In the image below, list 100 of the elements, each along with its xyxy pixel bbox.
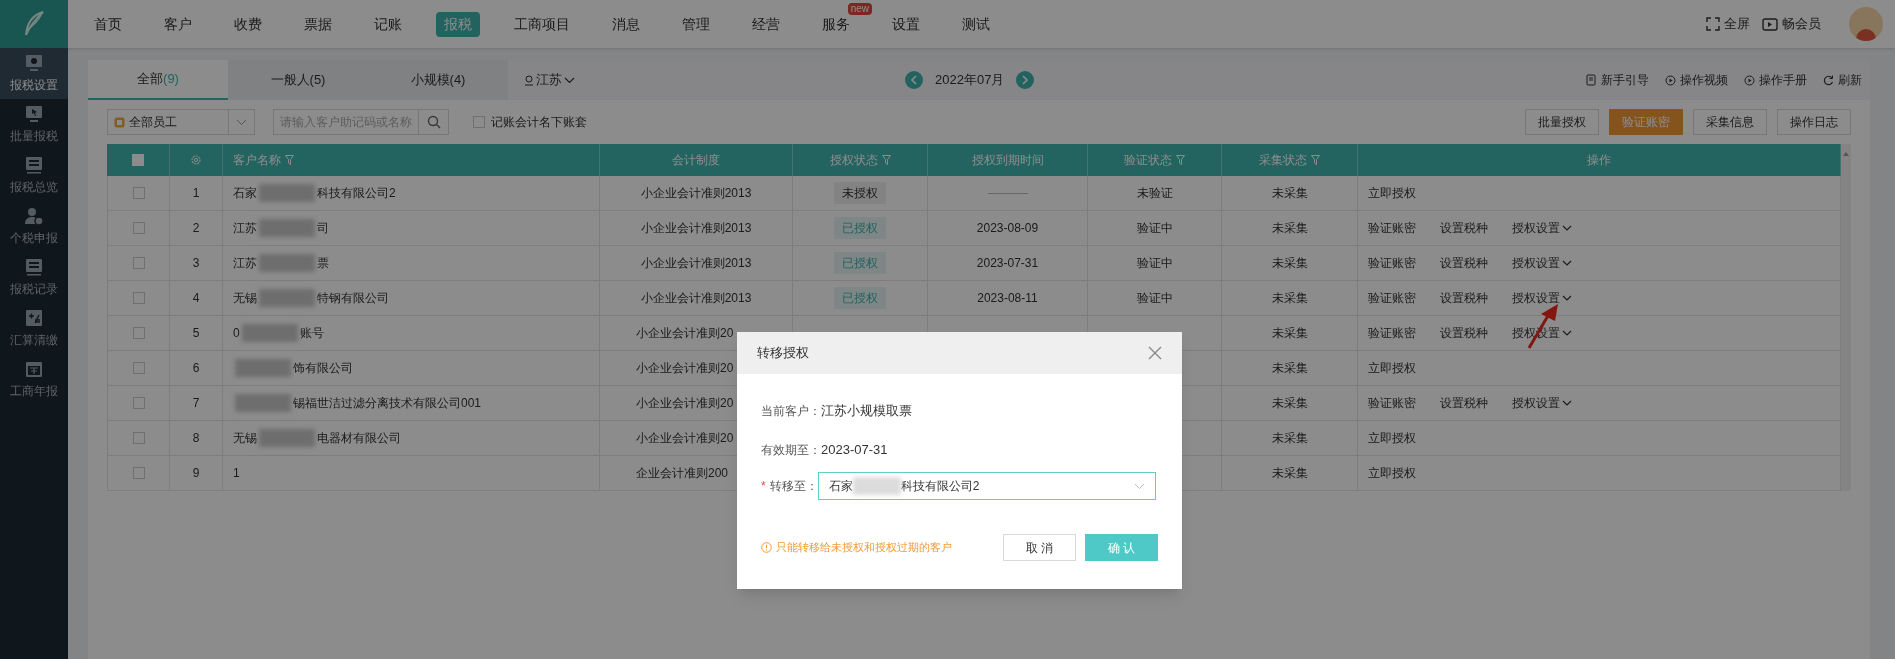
play-icon [1665, 74, 1676, 86]
nav-tab[interactable]: 收费 [226, 11, 270, 37]
region-dropdown[interactable]: 江苏 [524, 70, 575, 90]
previous-month-button[interactable] [905, 71, 923, 89]
header-link[interactable]: 畅会员 [1762, 14, 1821, 34]
field-label: 当前客户： [761, 403, 821, 420]
toolbar-button[interactable]: 批量授权 [1525, 109, 1599, 135]
filter-icon[interactable] [881, 155, 891, 165]
settings-icon[interactable] [190, 154, 202, 166]
column-header: 授权到期时间 [971, 152, 1044, 169]
action-link[interactable]: 验证账密 [1368, 289, 1416, 307]
header-link[interactable]: 全屏 [1706, 14, 1750, 34]
checkbox[interactable] [132, 222, 145, 234]
next-month-button[interactable] [1016, 71, 1035, 89]
customer-name: 特钢有限公司 [317, 290, 389, 307]
close-button[interactable] [1148, 346, 1162, 360]
customer-name: 石家 [233, 185, 257, 202]
checkbox[interactable] [132, 327, 145, 339]
customer-name: 1 [233, 465, 240, 482]
toolbar-button[interactable]: 采集信息 [1693, 109, 1767, 135]
filter-tab[interactable]: 小规模(4) [368, 60, 508, 100]
nav-tab[interactable]: 消息 [604, 11, 648, 37]
nav-tab[interactable]: 客户 [156, 11, 200, 37]
refresh-icon [1823, 74, 1834, 86]
customer-dropdown[interactable]: 石家 科技有限公司2 [817, 472, 1156, 500]
checkbox[interactable] [132, 292, 145, 304]
staff-dropdown[interactable]: 全部员工 [107, 109, 255, 135]
help-link[interactable]: 刷新 [1823, 71, 1862, 89]
table-cell-text: 未采集 [1271, 395, 1308, 412]
table-cell-text: 未采集 [1271, 220, 1308, 237]
action-link[interactable]: 设置税种 [1440, 254, 1488, 272]
blurred-text [259, 429, 315, 447]
sidebar-item[interactable]: 报税设置 [0, 48, 68, 99]
blurred-text [259, 254, 315, 272]
avatar[interactable] [1849, 7, 1883, 41]
table-cell-text: 验证中 [1136, 290, 1173, 307]
nav-tab[interactable]: 工商项目 [506, 11, 578, 37]
table-cell-text: 验证中 [1136, 220, 1173, 237]
filter-icon[interactable] [1311, 155, 1320, 165]
customer-name: 锡福世洁过滤分离技术有限公司001 [293, 395, 482, 412]
staff-icon [114, 116, 125, 128]
action-link[interactable]: 立即授权 [1368, 184, 1416, 202]
help-link[interactable]: 操作视频 [1665, 71, 1728, 89]
action-link[interactable]: 授权设置 [1512, 394, 1572, 412]
action-link[interactable]: 设置税种 [1440, 394, 1488, 412]
action-link[interactable]: 授权设置 [1512, 254, 1572, 272]
row-number: 5 [192, 325, 200, 342]
scroll-up-icon[interactable] [1843, 152, 1849, 156]
checkbox-label: 记账会计名下账套 [491, 114, 587, 131]
nav-tab[interactable]: 经营 [744, 11, 788, 37]
toolbar-button[interactable]: 操作日志 [1777, 109, 1851, 135]
row-number: 3 [192, 255, 200, 272]
nav-tab[interactable]: 首页 [86, 11, 130, 37]
action-link[interactable]: 授权设置 [1512, 219, 1572, 237]
action-link[interactable]: 验证账密 [1368, 254, 1416, 272]
table-cell-text: 未验证 [1136, 185, 1173, 202]
table-cell-text: 2023-07-31 [976, 255, 1039, 272]
action-link[interactable]: 验证账密 [1368, 324, 1416, 342]
table-cell-text: 未采集 [1271, 255, 1308, 272]
row-number: 6 [192, 360, 200, 377]
checkbox[interactable] [132, 467, 145, 479]
scrollbar[interactable] [1841, 144, 1851, 491]
table-cell-text: 验证中 [1136, 255, 1173, 272]
table-cell-text: 2023-08-09 [976, 220, 1039, 237]
action-link[interactable]: 立即授权 [1368, 464, 1416, 482]
customer-name: 无锡 [233, 290, 257, 307]
checkbox[interactable] [132, 362, 145, 374]
status-tag: 已授权 [834, 252, 886, 274]
action-link[interactable]: 立即授权 [1368, 359, 1416, 377]
action-link[interactable]: 设置税种 [1440, 324, 1488, 342]
action-link[interactable]: 验证账密 [1368, 219, 1416, 237]
action-link[interactable]: 设置税种 [1440, 289, 1488, 307]
table-cell-text: 小企业会计准则20 [636, 360, 734, 377]
blurred-text [259, 184, 315, 202]
blurred-text [241, 324, 298, 342]
nav-tab[interactable]: 记账 [366, 11, 410, 37]
monitor-pointer-icon [23, 104, 45, 124]
nav-tab[interactable]: 管理 [674, 11, 718, 37]
checkbox[interactable] [132, 432, 145, 444]
help-link[interactable]: 操作手册 [1744, 71, 1807, 89]
checkbox[interactable] [132, 397, 145, 409]
checkbox[interactable] [132, 187, 145, 199]
filter-icon[interactable] [285, 155, 294, 165]
column-header: 授权状态 [829, 152, 878, 169]
nav-tab[interactable]: 设置 [884, 11, 928, 37]
action-link[interactable]: 验证账密 [1368, 394, 1416, 412]
action-link[interactable]: 设置税种 [1440, 219, 1488, 237]
nav-tab[interactable]: 测试 [954, 11, 998, 37]
status-tag: 未授权 [834, 182, 886, 204]
filter-icon[interactable] [1176, 155, 1185, 165]
search-button[interactable] [419, 109, 449, 135]
blurred-text [259, 289, 315, 307]
action-link[interactable]: 立即授权 [1368, 429, 1416, 447]
cancel-button[interactable]: 取 消 [1003, 534, 1076, 561]
nav-tab[interactable]: 票据 [296, 11, 340, 37]
checkbox[interactable] [473, 116, 485, 128]
help-link[interactable]: 新手引导 [1586, 71, 1649, 89]
filter-tab[interactable]: 全部(9) [88, 60, 228, 100]
book-icon [1586, 74, 1597, 86]
checkbox[interactable] [132, 257, 145, 269]
